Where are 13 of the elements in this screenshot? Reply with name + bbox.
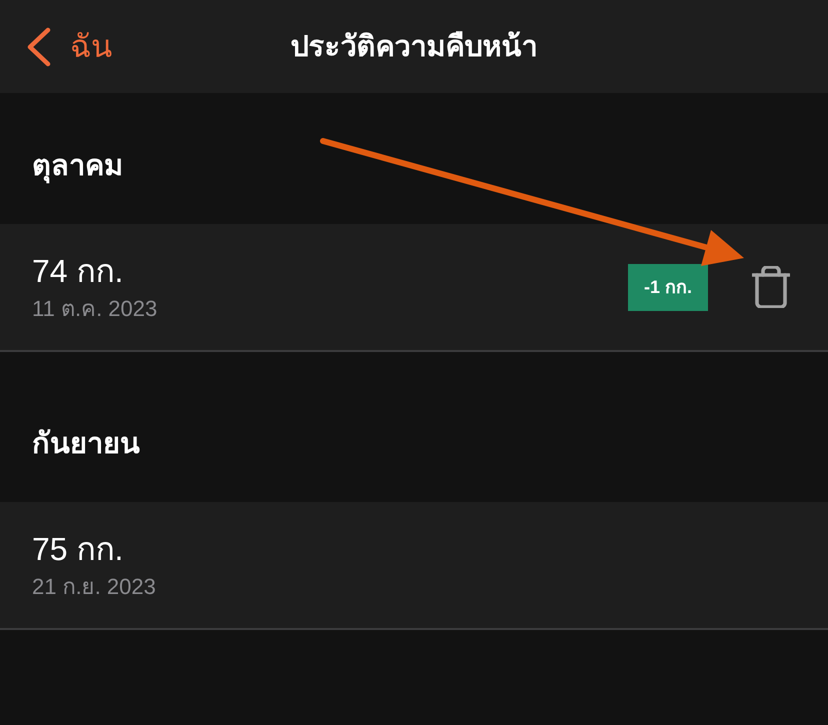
entry-date: 11 ต.ค. 2023 xyxy=(32,295,158,323)
chevron-left-icon xyxy=(26,26,52,66)
weight-change-badge: -1 กก. xyxy=(628,264,708,310)
month-heading: ตุลาคม xyxy=(32,149,123,184)
screen-title: ประวัติความคืบหน้า xyxy=(290,30,538,64)
back-button[interactable]: ฉัน xyxy=(26,26,112,66)
history-row[interactable]: 74 กก. 11 ต.ค. 2023 -1 กก. xyxy=(0,224,828,352)
month-heading: กันยายน xyxy=(32,427,140,462)
weight-value: 74 กก. xyxy=(32,252,124,291)
history-row[interactable]: 75 กก. 21 ก.ย. 2023 xyxy=(0,502,828,630)
entry-date: 21 ก.ย. 2023 xyxy=(32,573,156,601)
trash-icon[interactable] xyxy=(752,266,790,308)
weight-value: 75 กก. xyxy=(32,530,124,569)
